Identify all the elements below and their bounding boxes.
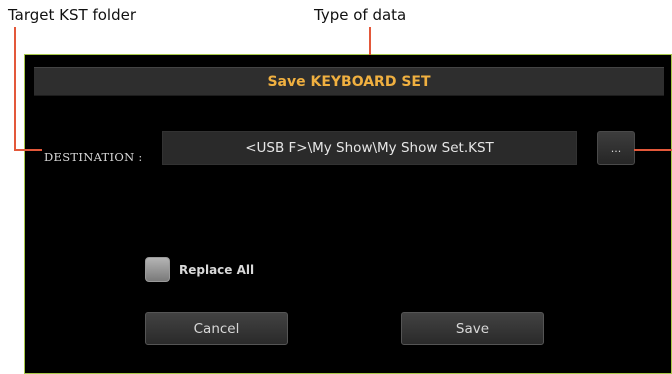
browse-button[interactable]: ... bbox=[597, 131, 635, 165]
destination-path-field[interactable]: <USB F>\My Show\My Show Set.KST bbox=[162, 131, 577, 165]
callout-line-type-of-data bbox=[369, 27, 371, 55]
replace-all-checkbox[interactable] bbox=[145, 257, 170, 282]
callout-target-kst-folder: Target KST folder bbox=[8, 6, 137, 24]
dialog-title: Save KEYBOARD SET bbox=[34, 67, 664, 96]
destination-label: DESTINATION : bbox=[44, 150, 143, 164]
save-keyboard-set-dialog: Save KEYBOARD SET DESTINATION : <USB F>\… bbox=[24, 54, 672, 374]
cancel-button[interactable]: Cancel bbox=[145, 312, 288, 345]
save-button[interactable]: Save bbox=[401, 312, 544, 345]
callout-line-target-horizontal bbox=[14, 149, 42, 151]
callout-line-browse bbox=[634, 149, 672, 151]
replace-all-option[interactable]: Replace All bbox=[145, 257, 254, 282]
callout-type-of-data: Type of data bbox=[314, 6, 407, 24]
callout-line-target-vertical bbox=[14, 27, 16, 151]
replace-all-label: Replace All bbox=[179, 262, 255, 277]
